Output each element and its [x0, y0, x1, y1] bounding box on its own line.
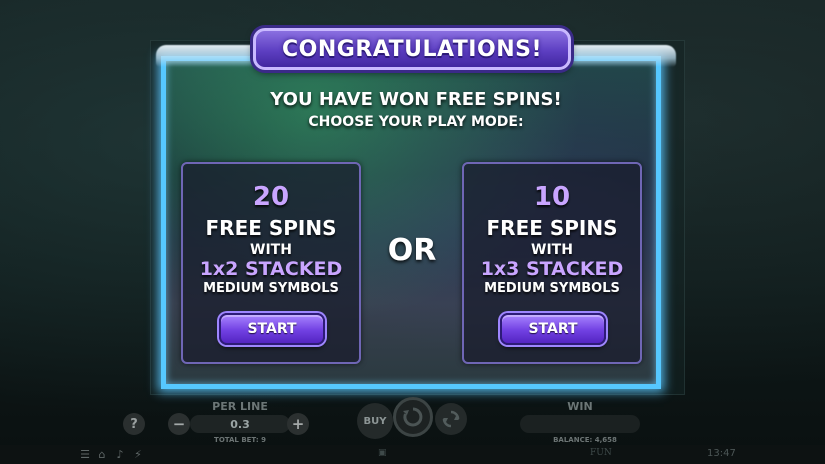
option-with-label: WITH	[250, 242, 292, 258]
win-label: WIN	[567, 400, 593, 413]
turbo-icon[interactable]: ⚡	[131, 447, 145, 461]
option-with-label: WITH	[531, 242, 573, 258]
option-stacked-label: 1x2 STACKED	[199, 258, 343, 280]
home-icon[interactable]: ⌂	[95, 447, 109, 461]
status-bar: ☰ ⌂ ♪ ⚡ ▣ FUN 13:47	[0, 445, 825, 464]
option-free-spins-label: FREE SPINS	[205, 216, 337, 240]
option-medium-symbols-label: MEDIUM SYMBOLS	[203, 281, 339, 296]
autoplay-icon	[442, 410, 460, 428]
mode-label: FUN	[590, 448, 612, 458]
dialog-title: CONGRATULATIONS!	[282, 36, 542, 62]
buy-button[interactable]: BUY	[357, 403, 393, 439]
per-line-label: PER LINE	[212, 400, 268, 413]
spin-icon	[403, 407, 423, 427]
bet-decrease-button[interactable]: −	[168, 413, 190, 435]
total-bet: TOTAL BET: 9	[214, 436, 266, 444]
start-button-option-20[interactable]: START	[219, 313, 325, 345]
start-button-option-10[interactable]: START	[500, 313, 606, 345]
option-spin-count: 10	[533, 182, 571, 212]
per-line-value: 0.3	[190, 415, 290, 433]
spin-button[interactable]	[393, 397, 433, 437]
play-mode-option-20: 20 FREE SPINS WITH 1x2 STACKED MEDIUM SY…	[181, 162, 361, 364]
option-spin-count: 20	[252, 182, 290, 212]
dialog-subline: CHOOSE YOUR PLAY MODE:	[308, 114, 524, 130]
menu-icon[interactable]: ☰	[78, 447, 92, 461]
sound-icon[interactable]: ♪	[113, 447, 127, 461]
game-logo-icon: ▣	[378, 448, 387, 458]
option-free-spins-label: FREE SPINS	[486, 216, 618, 240]
win-value-box	[520, 415, 640, 433]
option-medium-symbols-label: MEDIUM SYMBOLS	[484, 281, 620, 296]
play-mode-option-10: 10 FREE SPINS WITH 1x3 STACKED MEDIUM SY…	[462, 162, 642, 364]
dialog-title-banner: CONGRATULATIONS!	[253, 28, 571, 70]
or-separator: OR	[387, 233, 437, 268]
autoplay-button[interactable]	[435, 403, 467, 435]
help-button[interactable]: ?	[123, 413, 145, 435]
clock: 13:47	[707, 448, 736, 459]
bottom-controls: ? PER LINE − 0.3 + TOTAL BET: 9 BUY WIN …	[0, 395, 825, 445]
option-stacked-label: 1x3 STACKED	[480, 258, 624, 280]
balance: BALANCE: 4,658	[553, 436, 617, 444]
bet-increase-button[interactable]: +	[287, 413, 309, 435]
dialog-headline: YOU HAVE WON FREE SPINS!	[270, 89, 562, 110]
